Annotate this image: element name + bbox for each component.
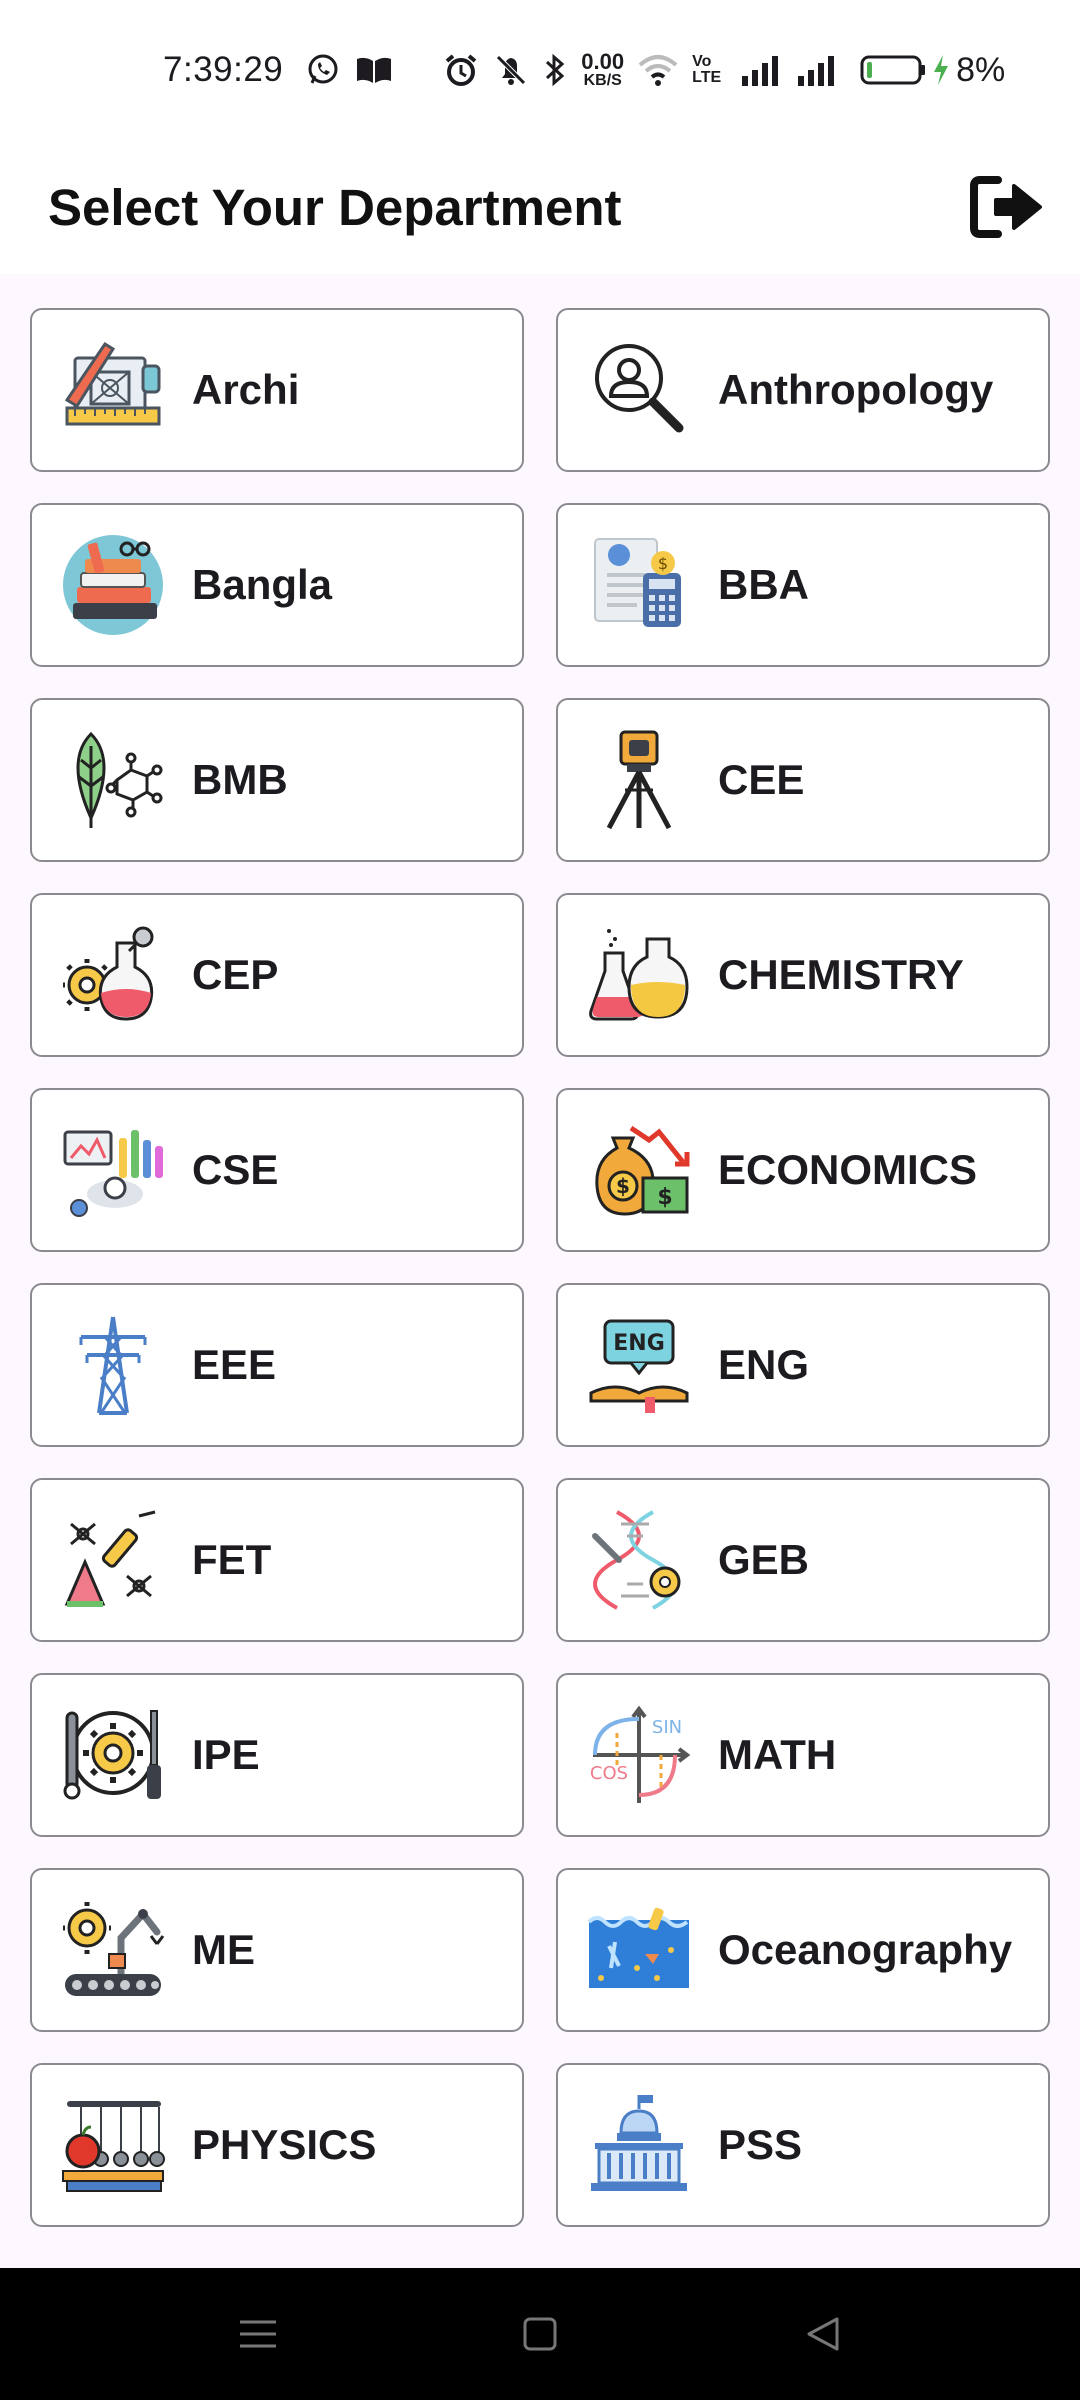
department-label: PSS: [718, 2121, 803, 2168]
department-card-cep[interactable]: CEP: [30, 893, 524, 1057]
department-label: BMB: [192, 756, 288, 803]
department-label: ENG: [718, 1341, 810, 1388]
surveying-tripod-icon: [586, 727, 692, 833]
net-speed-value: 0.00: [581, 49, 625, 74]
department-label: GEB: [718, 1536, 810, 1583]
department-card-fet[interactable]: FET: [30, 1478, 524, 1642]
department-card-chemistry[interactable]: CHEMISTRY: [556, 893, 1050, 1057]
department-label: ME: [192, 1926, 255, 1973]
department-card-bangla[interactable]: Bangla: [30, 503, 524, 667]
svg-text:COS: COS: [590, 1763, 628, 1784]
book-icon: [355, 54, 393, 86]
department-card-eng[interactable]: ENG ENG: [556, 1283, 1050, 1447]
department-label: Archi: [192, 366, 300, 413]
newtons-cradle-icon: [60, 2092, 166, 2198]
volte-icon: Vo LTE: [692, 53, 722, 86]
mute-bell-icon: [493, 52, 529, 88]
money-bag-chart-icon: $ $: [586, 1117, 692, 1223]
notification-icons: 0.00 KB/S Vo LTE 8%: [305, 51, 1005, 90]
department-card-bba[interactable]: $ BBA: [556, 503, 1050, 667]
department-label: CSE: [192, 1146, 279, 1193]
signal-1-icon: [740, 54, 782, 86]
whatsapp-icon: [305, 52, 341, 88]
battery-icon: [860, 55, 926, 85]
svg-text:$: $: [658, 554, 668, 573]
back-button[interactable]: [796, 2308, 848, 2360]
alarm-icon: [443, 52, 479, 88]
svg-text:$: $: [657, 1185, 672, 1210]
trigonometry-icon: SIN COS: [586, 1702, 692, 1808]
system-nav-bar: [0, 2268, 1080, 2400]
battery: 8%: [860, 51, 1005, 90]
robot-arm-icon: [60, 1897, 166, 2003]
svg-text:$: $: [616, 1174, 630, 1198]
department-label: IPE: [192, 1731, 260, 1778]
department-grid: Archi Anthropology Bangla $ BBA BMB CEE …: [30, 308, 1050, 2227]
svg-text:SIN: SIN: [652, 1717, 682, 1738]
bluetooth-icon: [543, 52, 567, 88]
department-card-physics[interactable]: PHYSICS: [30, 2063, 524, 2227]
menu-icon: [240, 2320, 276, 2348]
department-label: EEE: [192, 1341, 277, 1388]
chemistry-flasks-icon: [586, 922, 692, 1028]
department-label: CHEMISTRY: [718, 951, 964, 998]
signal-2-icon: [796, 54, 838, 86]
back-triangle-icon: [807, 2317, 839, 2351]
department-label: CEP: [192, 951, 279, 998]
industrial-tools-icon: [60, 1702, 166, 1808]
home-button[interactable]: [514, 2308, 566, 2360]
department-card-eee[interactable]: EEE: [30, 1283, 524, 1447]
department-card-ipe[interactable]: IPE: [30, 1673, 524, 1837]
department-card-geb[interactable]: GEB: [556, 1478, 1050, 1642]
department-label: Anthropology: [718, 366, 994, 413]
computer-science-icon: [60, 1117, 166, 1223]
dna-icon: [586, 1507, 692, 1613]
department-card-cse[interactable]: CSE: [30, 1088, 524, 1252]
department-label: MATH: [718, 1731, 837, 1778]
department-label: FET: [192, 1536, 272, 1583]
department-card-archi[interactable]: Archi: [30, 308, 524, 472]
department-card-cee[interactable]: CEE: [556, 698, 1050, 862]
power-tower-icon: [60, 1312, 166, 1418]
department-card-math[interactable]: SIN COS MATH: [556, 1673, 1050, 1837]
department-label: CEE: [718, 756, 805, 803]
page-title: Select Your Department: [48, 178, 622, 236]
leaf-molecule-icon: [60, 727, 166, 833]
net-speed: 0.00 KB/S: [581, 51, 624, 89]
food-tech-icon: [60, 1507, 166, 1613]
charging-bolt-icon: [934, 55, 949, 85]
net-speed-unit: KB/S: [583, 72, 622, 89]
person-magnifier-icon: [586, 337, 692, 443]
battery-percentage: 8%: [956, 50, 1006, 89]
department-card-oceanography[interactable]: Oceanography: [556, 1868, 1050, 2032]
architecture-icon: [60, 337, 166, 443]
logout-button[interactable]: [966, 167, 1046, 247]
status-bar: 7:39:29 0.00 KB/S Vo LTE 8%: [0, 0, 1080, 140]
flask-gear-icon: [60, 922, 166, 1028]
department-label: Bangla: [192, 561, 333, 608]
department-card-anthropology[interactable]: Anthropology: [556, 308, 1050, 472]
books-icon: [60, 532, 166, 638]
department-card-economics[interactable]: $ $ ECONOMICS: [556, 1088, 1050, 1252]
wifi-icon: [638, 53, 678, 87]
department-label: BBA: [718, 561, 809, 608]
eng-book-icon: ENG: [586, 1312, 692, 1418]
department-card-me[interactable]: ME: [30, 1868, 524, 2032]
home-square-icon: [523, 2317, 557, 2351]
department-card-bmb[interactable]: BMB: [30, 698, 524, 862]
business-calculator-icon: $: [586, 532, 692, 638]
department-label: Oceanography: [718, 1926, 1013, 1973]
capitol-building-icon: [586, 2092, 692, 2198]
department-label: ECONOMICS: [718, 1146, 978, 1193]
department-card-pss[interactable]: PSS: [556, 2063, 1050, 2227]
app-bar: Select Your Department: [0, 140, 1080, 274]
department-label: PHYSICS: [192, 2121, 377, 2168]
status-time: 7:39:29: [163, 50, 284, 89]
svg-text:ENG: ENG: [613, 1331, 665, 1356]
recent-apps-button[interactable]: [232, 2308, 284, 2360]
ocean-icon: [586, 1897, 692, 2003]
logout-icon: [970, 176, 1042, 238]
